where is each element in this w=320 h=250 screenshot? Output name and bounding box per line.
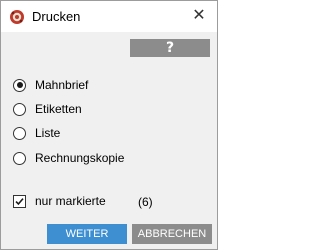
printer-app-icon bbox=[9, 9, 25, 25]
radio-unselected[interactable] bbox=[13, 126, 26, 140]
close-icon[interactable]: ✕ bbox=[189, 6, 209, 26]
option-label: Mahnbrief bbox=[35, 78, 89, 92]
radio-unselected[interactable] bbox=[13, 102, 26, 116]
option-label: Etiketten bbox=[35, 102, 82, 116]
option-liste[interactable]: Liste bbox=[13, 125, 60, 141]
radio-selected[interactable] bbox=[13, 78, 26, 92]
radio-unselected[interactable] bbox=[13, 151, 26, 165]
help-button[interactable]: ? bbox=[130, 39, 210, 57]
option-rechnungskopie[interactable]: Rechnungskopie bbox=[13, 150, 124, 166]
abbrechen-button[interactable]: ABBRECHEN bbox=[132, 224, 212, 244]
marked-only-checkbox[interactable] bbox=[13, 194, 26, 208]
option-mahnbrief[interactable]: Mahnbrief bbox=[13, 77, 88, 93]
title-bar: Drucken ✕ bbox=[1, 1, 217, 32]
marked-only-label: nur markierte bbox=[35, 194, 106, 208]
marked-only-checkbox-row[interactable]: nur markierte bbox=[13, 193, 106, 209]
radio-dot bbox=[16, 82, 23, 88]
option-etiketten[interactable]: Etiketten bbox=[13, 101, 82, 117]
option-label: Liste bbox=[35, 126, 61, 140]
weiter-button[interactable]: WEITER bbox=[47, 224, 127, 244]
window-title: Drucken bbox=[32, 9, 81, 24]
option-label: Rechnungskopie bbox=[35, 151, 125, 165]
checkmark-icon bbox=[15, 197, 24, 205]
marked-count: (6) bbox=[138, 195, 153, 209]
print-dialog: Drucken ✕ ? Mahnbrief Etiketten Liste Re… bbox=[0, 0, 218, 250]
